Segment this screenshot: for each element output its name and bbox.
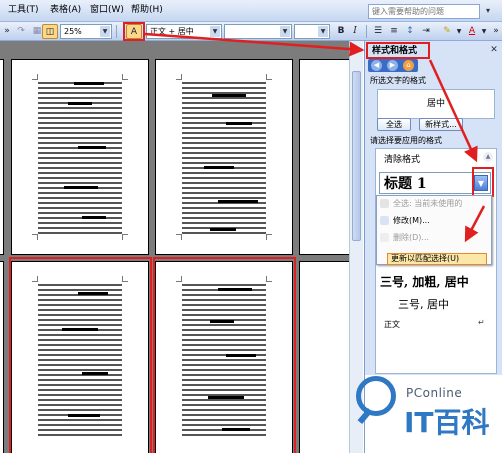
page-thumbnail bbox=[0, 59, 4, 255]
style-item-normal[interactable]: 正文 bbox=[384, 319, 400, 330]
pconline-logo-icon bbox=[356, 376, 396, 416]
style-value: 正文 + 居中 bbox=[150, 27, 194, 36]
menu-window[interactable]: 窗口(W) bbox=[90, 4, 124, 16]
clear-format-item[interactable]: 清除格式 bbox=[384, 154, 420, 166]
page-thumbnail bbox=[155, 59, 293, 255]
chevron-down-icon[interactable]: ▼ bbox=[280, 26, 290, 37]
indent-icon[interactable]: ⇥ bbox=[419, 24, 433, 39]
watermark-title: IT百科 bbox=[404, 406, 490, 439]
style-item-centered[interactable]: 三号, 居中 bbox=[398, 296, 449, 312]
selected-format-label: 所选文字的格式 bbox=[370, 76, 426, 85]
chevron-down-icon[interactable]: ▼ bbox=[100, 26, 110, 37]
selected-format-box[interactable]: 居中 bbox=[377, 89, 495, 119]
page-thumbnail bbox=[299, 59, 349, 255]
style-list[interactable]: 清除格式 ▲ 标题 1 ▼ 全选: 当前未使用的 修改(M)... 删除(D).… bbox=[375, 148, 497, 374]
bold-button[interactable]: B bbox=[334, 24, 348, 39]
home-icon[interactable]: ⌂ bbox=[403, 60, 414, 71]
menu-select-all[interactable]: 全选: 当前未使用的 bbox=[393, 198, 462, 210]
menu-bar: 工具(T) 表格(A) 窗口(W) 帮助(H) ▾ bbox=[0, 0, 502, 22]
font-size-select[interactable]: ▼ bbox=[294, 24, 330, 39]
delete-icon bbox=[380, 233, 389, 242]
help-search-input[interactable] bbox=[368, 4, 480, 19]
page-thumbnail bbox=[11, 59, 149, 255]
toolbar-separator bbox=[116, 25, 117, 38]
forward-icon[interactable]: ▶ bbox=[387, 60, 398, 71]
line-spacing-icon[interactable]: ↕ bbox=[403, 24, 417, 39]
toolbar-overflow-icon[interactable]: » bbox=[491, 24, 501, 39]
menu-help[interactable]: 帮助(H) bbox=[131, 4, 163, 16]
scrollbar-thumb[interactable] bbox=[352, 71, 361, 241]
menu-update-to-match[interactable]: 更新以匹配选择(U) bbox=[391, 253, 459, 265]
paragraph-mark-icon: ↵ bbox=[478, 318, 485, 327]
chevron-down-icon[interactable]: ▼ bbox=[210, 26, 220, 37]
new-style-button[interactable]: 新样式... bbox=[419, 118, 463, 131]
style-context-menu: 全选: 当前未使用的 修改(M)... 删除(D)... 更新以匹配选择(U) bbox=[376, 195, 492, 265]
pane-navigation: ◀ ▶ ⌂ bbox=[368, 59, 418, 72]
toolbar-separator bbox=[366, 25, 367, 38]
page-thumbnail bbox=[0, 261, 4, 453]
chevron-down-icon[interactable]: ▼ bbox=[480, 24, 488, 39]
select-icon bbox=[380, 199, 389, 208]
menu-delete[interactable]: 删除(D)... bbox=[393, 232, 429, 244]
font-color-button[interactable]: A bbox=[466, 24, 478, 39]
title-highlight bbox=[366, 42, 430, 59]
font-select[interactable]: ▼ bbox=[224, 24, 292, 39]
page-thumbnail bbox=[299, 261, 349, 453]
document-area[interactable] bbox=[0, 41, 349, 453]
watermark-brand: PConline bbox=[406, 386, 463, 400]
modify-icon bbox=[380, 216, 389, 225]
close-icon[interactable]: ✕ bbox=[489, 45, 499, 55]
dropdown-highlight bbox=[472, 167, 494, 197]
redo-icon[interactable]: ↷ bbox=[14, 24, 28, 39]
zoom-value: 25% bbox=[64, 27, 82, 36]
chevron-down-icon[interactable]: ▼ bbox=[318, 26, 328, 37]
chevron-down-icon[interactable]: ▾ bbox=[482, 5, 494, 17]
read-mode-icon[interactable]: ◫ bbox=[42, 24, 58, 39]
menu-modify[interactable]: 修改(M)... bbox=[393, 215, 430, 227]
style-item-bold-centered[interactable]: 三号, 加粗, 居中 bbox=[380, 273, 469, 290]
chevron-up-icon[interactable]: ▲ bbox=[483, 152, 493, 162]
menu-tools[interactable]: 工具(T) bbox=[8, 4, 39, 16]
style-select[interactable]: 正文 + 居中 ▼ bbox=[146, 24, 222, 39]
selection-highlight bbox=[9, 257, 152, 453]
back-icon[interactable]: ◀ bbox=[371, 60, 382, 71]
highlight-icon[interactable]: ✎ bbox=[441, 24, 453, 39]
align-center-icon[interactable]: ☰ bbox=[371, 24, 385, 39]
formatting-toolbar: » ↷ ▦ 25% ▼ ◫ A 正文 + 居中 ▼ ▼ ▼ B I ☰ ≡ ↕ … bbox=[0, 22, 502, 41]
apply-format-label: 请选择要应用的格式 bbox=[370, 136, 442, 145]
chevron-down-icon[interactable]: ▼ bbox=[455, 24, 463, 39]
heading-1-label: 标题 1 bbox=[384, 176, 427, 192]
selection-highlight bbox=[153, 257, 296, 453]
align-justify-icon[interactable]: ≡ bbox=[387, 24, 401, 39]
italic-button[interactable]: I bbox=[349, 24, 361, 39]
zoom-select[interactable]: 25% ▼ bbox=[60, 24, 112, 39]
toolbar-highlight bbox=[123, 22, 145, 41]
menu-table[interactable]: 表格(A) bbox=[50, 4, 81, 16]
select-all-button[interactable]: 全选 bbox=[377, 118, 411, 131]
toolbar-overflow-icon[interactable]: » bbox=[2, 24, 12, 39]
